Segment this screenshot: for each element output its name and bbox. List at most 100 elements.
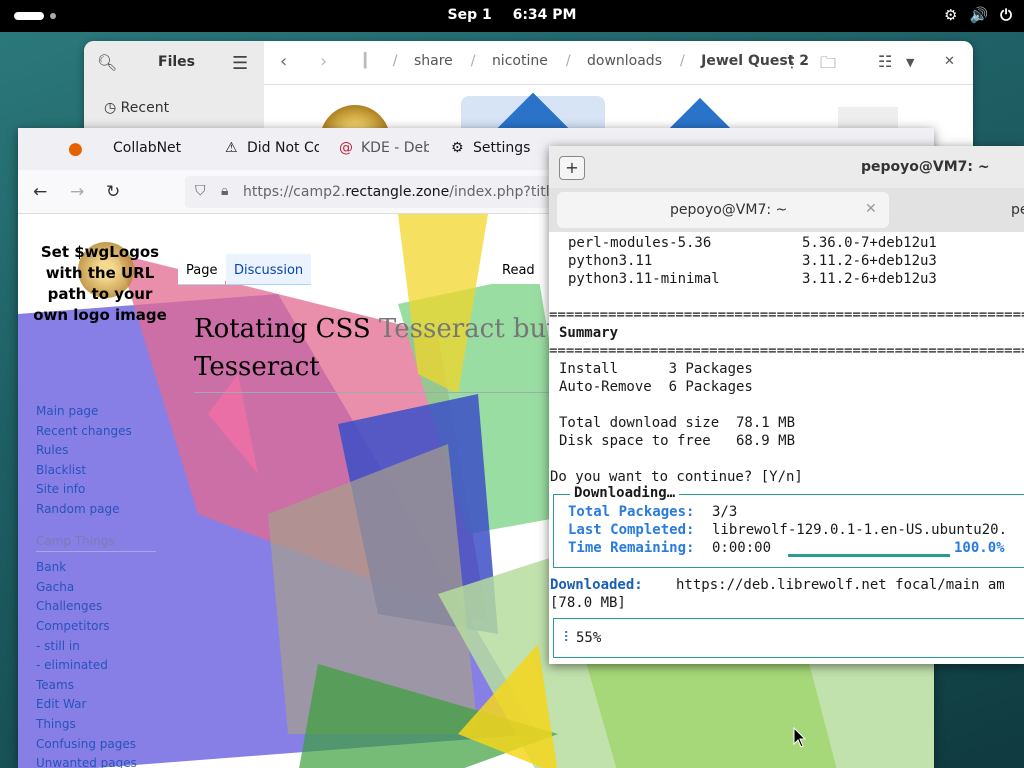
files-toolbar: ‹ › ▎ / share / nicotine / downloads / Jewel… bbox=[264, 41, 973, 85]
install-count: Install 3 Packages bbox=[559, 361, 753, 377]
terminal-tab-active[interactable]: pepoyo@VM7: ~ ✕ bbox=[557, 192, 889, 228]
close-icon[interactable]: ✕ bbox=[944, 54, 955, 69]
sidebar-link[interactable]: Unwanted pages bbox=[36, 754, 156, 768]
tab-discussion[interactable]: Discussion bbox=[226, 254, 312, 285]
power-icon[interactable]: ⏻ bbox=[1000, 6, 1012, 24]
hamburger-menu-icon[interactable]: ☰ bbox=[232, 53, 248, 74]
site-logo-text[interactable]: Set $wgLogos with the URL path to your o… bbox=[32, 242, 168, 326]
sidebar-link[interactable]: Blacklist bbox=[36, 461, 156, 481]
close-tab-icon[interactable]: ✕ bbox=[865, 201, 877, 217]
shield-icon[interactable]: ⛉ bbox=[195, 183, 206, 199]
network-icon[interactable]: ⚙ bbox=[944, 6, 957, 24]
sidebar-link[interactable]: Things bbox=[36, 715, 156, 735]
sidebar-link[interactable]: Challenges bbox=[36, 597, 156, 617]
separator-rule: ========================================… bbox=[549, 307, 1024, 323]
sidebar-item-recent[interactable]: ◷ Recent bbox=[104, 100, 169, 116]
total-packages-label: Total Packages: bbox=[568, 504, 695, 520]
reload-icon[interactable]: ↻ bbox=[106, 182, 120, 202]
title-line-1: Rotating CSS bbox=[194, 314, 379, 344]
view-options-chevron-icon[interactable]: ▼ bbox=[906, 56, 914, 69]
crumb-share[interactable]: share bbox=[414, 53, 453, 69]
forward-arrow-icon[interactable]: › bbox=[320, 51, 327, 72]
crumb-downloads[interactable]: downloads bbox=[587, 53, 662, 69]
url-suffix: /index.php?title bbox=[449, 184, 559, 200]
more-options-icon[interactable]: ⋮ bbox=[784, 52, 800, 71]
back-icon[interactable]: ← bbox=[33, 182, 47, 202]
download-size: Total download size 78.1 MB bbox=[559, 415, 796, 431]
terminal-tab-label: pepoyo@VM7: ~ bbox=[670, 202, 788, 218]
disk-space: Disk space to free 68.9 MB bbox=[559, 433, 796, 449]
total-packages-value: 3/3 bbox=[712, 504, 738, 520]
sidebar-item-recent-label: Recent bbox=[120, 100, 170, 116]
gear-icon: ⚙ bbox=[451, 140, 464, 156]
sidebar-group-heading: Camp Things bbox=[36, 532, 156, 553]
last-completed-label: Last Completed: bbox=[568, 522, 695, 538]
tab-collabnet[interactable]: CollabNet bbox=[113, 140, 213, 156]
downloaded-size: [78.0 MB] bbox=[550, 595, 626, 611]
warning-icon: ⚠ bbox=[225, 140, 238, 156]
clock[interactable]: Sep 1 6:34 PM bbox=[0, 7, 1024, 23]
downloaded-label: Downloaded: bbox=[550, 577, 643, 593]
overall-progress: 55% bbox=[576, 630, 602, 646]
sidebar-link[interactable]: Random page bbox=[36, 500, 156, 520]
package-name: python3.11-minimal bbox=[568, 271, 720, 287]
new-tab-button[interactable]: + bbox=[559, 156, 585, 180]
firefox-icon[interactable]: ● bbox=[68, 139, 83, 159]
search-icon[interactable]: 🔍︎ bbox=[97, 53, 117, 72]
tab-page[interactable]: Page bbox=[178, 254, 226, 285]
package-name: perl-modules-5.36 bbox=[568, 235, 712, 251]
clock-date: Sep 1 bbox=[447, 7, 492, 23]
sidebar-link[interactable]: Bank bbox=[36, 558, 156, 578]
sidebar-link[interactable]: Main page bbox=[36, 402, 156, 422]
debian-icon: @ bbox=[339, 140, 353, 156]
time-remaining-value: 0:00:00 bbox=[712, 540, 772, 556]
folder-search-icon[interactable]: 🗀 bbox=[820, 52, 836, 79]
downloaded-url: https://deb.librewolf.net focal/main am bbox=[676, 577, 1005, 593]
sidebar-link[interactable]: Teams bbox=[36, 676, 156, 696]
tab-did-not[interactable]: Did Not Co bbox=[247, 140, 319, 156]
volume-icon[interactable]: 🔊 bbox=[969, 6, 988, 24]
system-tray[interactable]: ⚙ 🔊 ⏻ bbox=[944, 6, 1012, 24]
sidebar-link[interactable]: Site info bbox=[36, 480, 156, 500]
terminal-title: pepoyo@VM7: ~ bbox=[861, 159, 990, 175]
package-name: python3.11 bbox=[568, 253, 653, 269]
download-progress-box: Downloading… Total Packages: 3/3 Last Co… bbox=[553, 485, 1024, 568]
crumb-nicotine[interactable]: nicotine bbox=[492, 53, 548, 69]
tab-settings[interactable]: Settings bbox=[473, 140, 553, 156]
list-view-icon[interactable]: ☷ bbox=[878, 52, 892, 71]
sidebar-link[interactable]: - eliminated bbox=[36, 656, 156, 676]
breadcrumb: ▎ / share / nicotine / downloads / Jewel Que… bbox=[364, 53, 809, 69]
autoremove-count: Auto-Remove 6 Packages bbox=[559, 379, 753, 395]
top-bar: Sep 1 6:34 PM ⚙ 🔊 ⏻ bbox=[0, 0, 1024, 32]
sidebar-link[interactable]: Edit War bbox=[36, 695, 156, 715]
sidebar-link[interactable]: Competitors bbox=[36, 617, 156, 637]
clock-time: 6:34 PM bbox=[512, 7, 577, 23]
forward-icon[interactable]: → bbox=[70, 182, 84, 202]
time-remaining-label: Time Remaining: bbox=[568, 540, 695, 556]
clock-icon: ◷ bbox=[104, 100, 117, 116]
tab-read[interactable]: Read bbox=[494, 254, 543, 284]
terminal-tab-2[interactable]: pe bbox=[1011, 202, 1024, 218]
package-version: 5.36.0-7+deb12u1 bbox=[802, 235, 937, 251]
continue-prompt: Do you want to continue? [Y/n] bbox=[550, 469, 803, 485]
sidebar-link[interactable]: Confusing pages bbox=[36, 735, 156, 755]
download-percent: 100.0% bbox=[954, 540, 1005, 556]
last-completed-value: librewolf-129.0.1-1.en-US.ubuntu20. bbox=[712, 522, 1008, 538]
download-progress-bar bbox=[788, 554, 950, 557]
desktop: Sep 1 6:34 PM ⚙ 🔊 ⏻ 🔍︎ Files ☰ ◷ Recent … bbox=[0, 0, 1024, 768]
sidebar-link[interactable]: Gacha bbox=[36, 578, 156, 598]
package-version: 3.11.2-6+deb12u3 bbox=[802, 253, 937, 269]
summary-heading: Summary bbox=[559, 325, 619, 341]
sidebar-link[interactable]: - still in bbox=[36, 637, 156, 657]
package-version: 3.11.2-6+deb12u3 bbox=[802, 271, 937, 287]
back-arrow-icon[interactable]: ‹ bbox=[280, 51, 287, 72]
separator-rule: ========================================… bbox=[549, 343, 1024, 359]
sidebar-link[interactable]: Recent changes bbox=[36, 422, 156, 442]
overall-progress-box: ⠸ 55% bbox=[553, 618, 1024, 658]
lock-icon[interactable]: 🔒︎ bbox=[221, 183, 228, 199]
spinner-icon: ⠸ bbox=[559, 630, 570, 646]
terminal-tab-bar: pepoyo@VM7: ~ ✕ pe bbox=[549, 188, 1024, 232]
terminal-output[interactable]: perl-modules-5.36 5.36.0-7+deb12u1 pytho… bbox=[549, 232, 1024, 664]
sidebar-link[interactable]: Rules bbox=[36, 441, 156, 461]
tab-kde[interactable]: KDE - Deb bbox=[361, 140, 429, 156]
